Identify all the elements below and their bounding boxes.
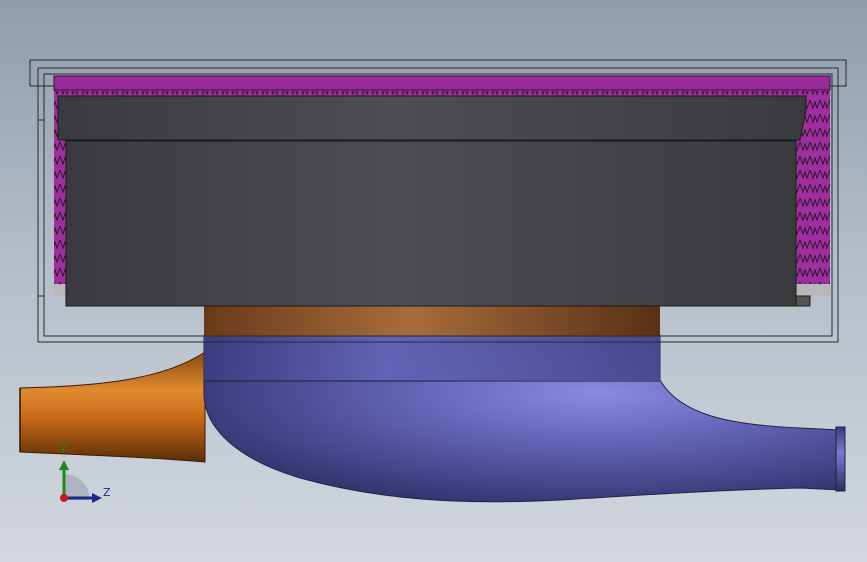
triad-y-label: Y [60,443,67,456]
model-view[interactable] [0,0,867,562]
coordinate-triad-icon [59,460,102,503]
volute-casing[interactable] [203,334,846,503]
magnet-block[interactable] [57,95,811,307]
outlet-flange[interactable] [835,426,846,492]
hub-section[interactable] [204,303,660,336]
inlet-pipe[interactable] [19,351,206,463]
graphics-viewport[interactable]: Y Z [0,0,867,562]
triad-z-label: Z [103,486,111,499]
